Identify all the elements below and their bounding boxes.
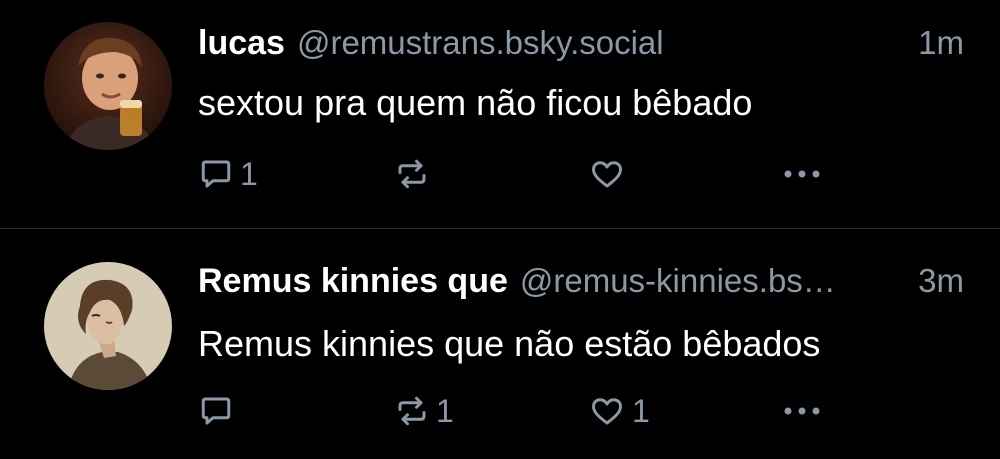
reply-count: 1 xyxy=(240,155,258,192)
repost-button[interactable] xyxy=(394,152,436,196)
reply-icon xyxy=(201,160,231,188)
avatar[interactable] xyxy=(44,22,172,150)
like-count: 1 xyxy=(632,392,650,429)
reply-button[interactable]: 1 xyxy=(198,152,258,196)
display-name[interactable]: lucas xyxy=(198,24,285,63)
post-text: Remus kinnies que não estão bêbados xyxy=(198,323,821,364)
post-text: sextou pra quem não ficou bêbado xyxy=(198,82,753,123)
post-header: lucas @remustrans.bsky.social 1m xyxy=(198,24,964,76)
more-options-icon xyxy=(784,407,820,415)
timestamp[interactable]: 3m xyxy=(898,262,964,300)
avatar[interactable] xyxy=(44,262,172,390)
repost-icon xyxy=(398,396,426,426)
display-name[interactable]: Remus kinnies que xyxy=(198,262,508,301)
avatar-image xyxy=(44,22,172,150)
repost-icon xyxy=(398,159,426,189)
heart-icon xyxy=(592,398,622,425)
feed: lucas @remustrans.bsky.social 1m sextou … xyxy=(0,0,1000,459)
more-options-button[interactable] xyxy=(780,389,824,433)
handle[interactable]: @remus-kinnies.bsky.social xyxy=(520,262,852,300)
more-options-button[interactable] xyxy=(780,152,824,196)
handle[interactable]: @remustrans.bsky.social xyxy=(297,24,664,62)
reply-icon xyxy=(201,397,231,425)
post-actions: 1 xyxy=(198,152,838,196)
post[interactable]: lucas @remustrans.bsky.social 1m sextou … xyxy=(0,0,1000,228)
reply-button[interactable] xyxy=(198,389,240,433)
repost-button[interactable]: 1 xyxy=(394,389,454,433)
heart-icon xyxy=(592,161,622,188)
post-actions: 1 1 xyxy=(198,389,838,433)
avatar-image xyxy=(44,262,172,390)
repost-count: 1 xyxy=(436,392,454,429)
post[interactable]: Remus kinnies que @remus-kinnies.bsky.so… xyxy=(0,229,1000,457)
like-button[interactable] xyxy=(588,152,632,196)
like-button[interactable]: 1 xyxy=(588,389,650,433)
more-options-icon xyxy=(784,170,820,178)
timestamp[interactable]: 1m xyxy=(898,24,964,62)
post-header: Remus kinnies que @remus-kinnies.bsky.so… xyxy=(198,262,964,314)
